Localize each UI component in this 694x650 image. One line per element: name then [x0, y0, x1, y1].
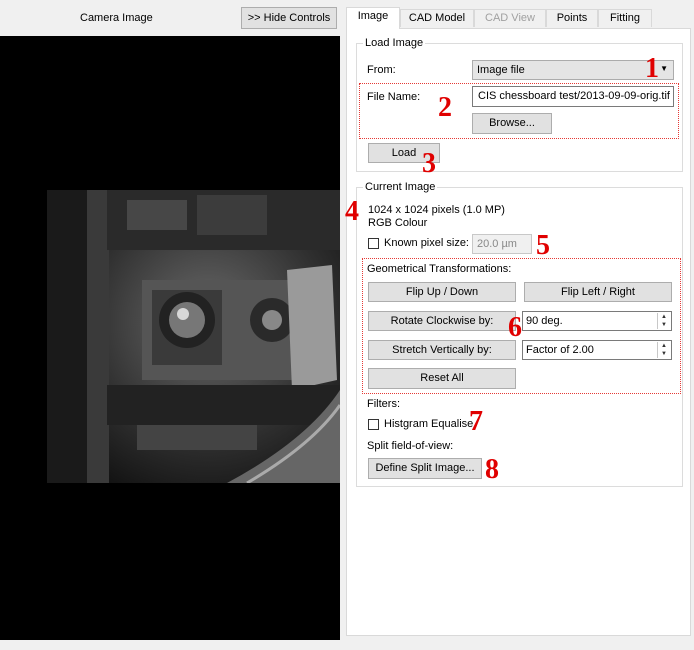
known-pixel-checkbox[interactable] — [368, 238, 379, 249]
annotation-3: 3 — [422, 148, 436, 179]
tab-cad-model[interactable]: CAD Model — [400, 9, 474, 27]
image-colour-text: RGB Colour — [368, 217, 428, 229]
annotation-6: 6 — [508, 312, 522, 343]
rotate-spinbox[interactable]: 90 deg. ▲ ▼ — [522, 311, 672, 331]
load-image-title: Load Image — [363, 37, 426, 49]
annotation-2: 2 — [438, 92, 452, 123]
filters-label: Filters: — [367, 398, 400, 410]
camera-image-title: Camera Image — [80, 12, 153, 24]
pixel-size-input: 20.0 µm — [472, 234, 532, 254]
annotation-4: 4 — [345, 196, 359, 227]
histeq-label: Histgram Equalise — [384, 418, 474, 430]
file-name-label: File Name: — [367, 91, 421, 103]
image-size-text: 1024 x 1024 pixels (1.0 MP) — [368, 204, 505, 216]
from-select[interactable]: Image file ▼ — [472, 60, 674, 80]
spin-down-icon[interactable]: ▼ — [658, 321, 670, 329]
tab-image[interactable]: Image — [346, 7, 400, 29]
tab-cad-view: CAD View — [474, 9, 546, 27]
stretch-spinbox[interactable]: Factor of 2.00 ▲ ▼ — [522, 340, 672, 360]
stretch-spin-arrows[interactable]: ▲ ▼ — [657, 342, 670, 358]
tab-points[interactable]: Points — [546, 9, 598, 27]
tab-points-label: Points — [556, 12, 588, 24]
flip-up-down-button[interactable]: Flip Up / Down — [368, 282, 516, 302]
pixel-size-value: 20.0 µm — [477, 238, 517, 250]
file-name-input[interactable]: CIS chessboard test/2013-09-09-orig.tif — [472, 86, 674, 107]
spin-up-icon[interactable]: ▲ — [658, 342, 670, 350]
current-image-title: Current Image — [363, 181, 438, 193]
tab-cad-view-label: CAD View — [485, 12, 535, 24]
annotation-1: 1 — [645, 53, 659, 84]
from-select-value: Image file — [477, 64, 525, 76]
annotation-8: 8 — [485, 454, 499, 485]
spin-down-icon[interactable]: ▼ — [658, 350, 670, 358]
rotate-spin-arrows[interactable]: ▲ ▼ — [657, 313, 670, 329]
rotate-value: 90 deg. — [526, 315, 563, 327]
chevron-down-icon: ▼ — [660, 64, 668, 73]
tab-fitting[interactable]: Fitting — [598, 9, 652, 27]
define-split-button[interactable]: Define Split Image... — [368, 458, 482, 479]
flip-left-right-button[interactable]: Flip Left / Right — [524, 282, 672, 302]
split-label: Split field-of-view: — [367, 440, 454, 452]
file-name-value: CIS chessboard test/2013-09-09-orig.tif — [478, 90, 670, 102]
reset-all-button[interactable]: Reset All — [368, 368, 516, 389]
rotate-button[interactable]: Rotate Clockwise by: — [368, 311, 516, 331]
stretch-button[interactable]: Stretch Vertically by: — [368, 340, 516, 360]
known-pixel-label: Known pixel size: — [384, 237, 469, 249]
browse-button[interactable]: Browse... — [472, 113, 552, 134]
tab-cad-model-label: CAD Model — [408, 12, 466, 24]
hide-controls-button[interactable]: >> Hide Controls — [241, 7, 337, 29]
histeq-checkbox[interactable] — [368, 419, 379, 430]
camera-panel-header: Camera Image >> Hide Controls — [0, 0, 340, 36]
from-label: From: — [367, 64, 396, 76]
spin-up-icon[interactable]: ▲ — [658, 313, 670, 321]
tab-image-label: Image — [357, 10, 389, 22]
tab-fitting-label: Fitting — [610, 12, 640, 24]
geometry-title: Geometrical Transformations: — [367, 263, 512, 275]
camera-photo — [47, 190, 340, 483]
annotation-7: 7 — [469, 406, 483, 437]
stretch-value: Factor of 2.00 — [526, 344, 594, 356]
camera-image-view[interactable] — [0, 36, 340, 640]
annotation-5: 5 — [536, 230, 550, 261]
